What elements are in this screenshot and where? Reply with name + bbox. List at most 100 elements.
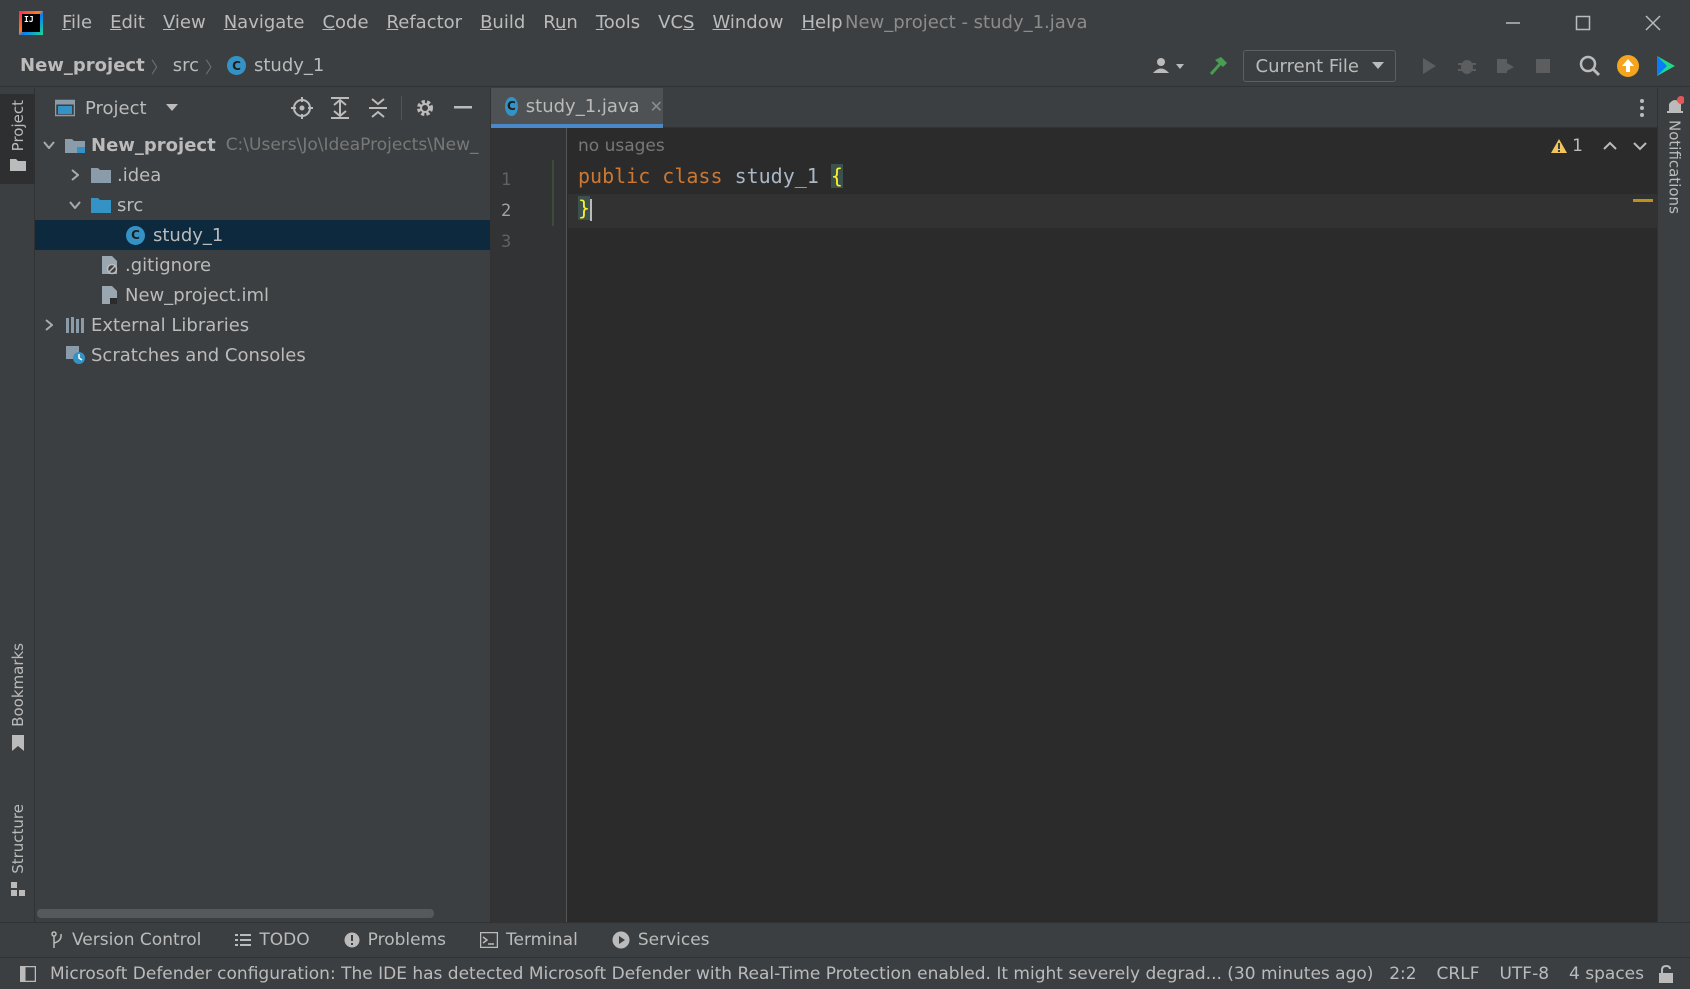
tree-node-external-libraries[interactable]: External Libraries — [35, 310, 490, 340]
select-opened-file-button[interactable] — [283, 93, 321, 123]
menu-item[interactable]: Edit — [101, 0, 154, 45]
search-icon — [1579, 55, 1601, 77]
terminal-tool-button[interactable]: Terminal — [479, 930, 578, 950]
tab-study-1-java[interactable]: C study_1.java ✕ — [491, 88, 663, 128]
notifications-tool-button[interactable]: Notifications — [1658, 96, 1690, 214]
services-tool-button[interactable]: Services — [612, 930, 710, 950]
collapse-all-button[interactable] — [359, 93, 397, 123]
status-message[interactable]: Microsoft Defender configuration: The ID… — [50, 964, 1373, 984]
code-area[interactable]: no usages public class study_1 { } 1 — [568, 128, 1657, 922]
version-control-label: Version Control — [72, 930, 202, 950]
tab-label: study_1.java — [525, 95, 640, 117]
chevron-right-icon[interactable] — [67, 167, 83, 183]
indent-setting[interactable]: 4 spaces — [1569, 964, 1644, 984]
line-separator[interactable]: CRLF — [1437, 964, 1480, 984]
vertical-ellipsis-icon — [1640, 99, 1644, 117]
breadcrumb-project[interactable]: New_project — [20, 55, 145, 76]
tree-node-gitignore[interactable]: .gitignore — [35, 250, 490, 280]
current-line-highlight — [568, 194, 1657, 228]
editor-gutter[interactable]: 1 2 3 — [491, 128, 567, 922]
structure-tool-button[interactable]: Structure — [0, 804, 35, 904]
search-everywhere-button[interactable] — [1576, 52, 1604, 80]
project-view-selector[interactable]: Project — [55, 98, 179, 119]
stop-button[interactable] — [1529, 52, 1557, 80]
menu-item[interactable]: Refactor — [378, 0, 472, 45]
usages-hint[interactable]: no usages — [578, 136, 665, 156]
minimize-button[interactable] — [1478, 0, 1548, 45]
menu-item[interactable]: Build — [471, 0, 534, 45]
run-with-coverage-button[interactable] — [1491, 52, 1519, 80]
hide-panel-button[interactable] — [444, 93, 482, 123]
intellij-logo-icon[interactable]: IJ — [19, 10, 43, 35]
toggle-tool-windows-button[interactable] — [20, 965, 36, 982]
code-close-brace: } — [578, 196, 591, 220]
run-button[interactable] — [1415, 52, 1443, 80]
chevron-down-icon[interactable] — [1633, 141, 1647, 151]
file-encoding[interactable]: UTF-8 — [1499, 964, 1549, 984]
debug-button[interactable] — [1453, 52, 1481, 80]
menu-item-text: R — [543, 12, 555, 33]
breadcrumb-file[interactable]: C study_1 — [227, 55, 324, 76]
right-tool-stripe: Notifications — [1657, 88, 1690, 922]
run-configuration-dropdown[interactable]: Current File — [1242, 50, 1396, 82]
caret-position[interactable]: 2:2 — [1389, 964, 1416, 984]
menu-item[interactable]: File — [53, 0, 101, 45]
read-only-toggle[interactable] — [1658, 965, 1674, 983]
project-tool-button[interactable]: Project — [0, 94, 35, 184]
more-options-button[interactable] — [1639, 98, 1645, 122]
menu-item[interactable]: View — [154, 0, 215, 45]
build-button[interactable] — [1203, 52, 1231, 80]
maximize-button[interactable] — [1548, 0, 1618, 45]
menu-item[interactable]: Navigate — [215, 0, 314, 45]
chevron-down-icon[interactable] — [67, 197, 83, 213]
todo-tool-button[interactable]: TODO — [235, 930, 310, 950]
menu-item[interactable]: Help — [792, 0, 851, 45]
text-caret — [590, 198, 593, 221]
menu-item[interactable]: Tools — [587, 0, 649, 45]
update-button[interactable] — [1614, 52, 1642, 80]
panel-options-button[interactable] — [406, 93, 444, 123]
unlock-icon — [1659, 965, 1673, 983]
menu-item[interactable]: Window — [703, 0, 792, 45]
horizontal-scrollbar[interactable] — [37, 909, 434, 918]
code-with-me-button[interactable] — [1652, 52, 1680, 80]
menu-mnemonic: B — [480, 12, 493, 33]
main-menu: File Edit View Navigate Code Refactor Build Run… — [53, 0, 852, 45]
menu-item[interactable]: VCS — [649, 0, 703, 45]
bookmarks-tool-label: Bookmarks — [8, 643, 27, 727]
tree-node-iml[interactable]: New_project.iml — [35, 280, 490, 310]
tree-node-root[interactable]: New_project C:\Users\Jo\IdeaProjects\New… — [35, 130, 490, 160]
line-number: 2 — [501, 201, 512, 221]
close-window-button[interactable] — [1618, 0, 1688, 45]
intellij-logo-text: IJ — [22, 13, 40, 32]
version-control-tool-button[interactable]: Version Control — [50, 930, 201, 950]
code-editor[interactable]: 1 2 3 no usages public class study_1 { }… — [491, 128, 1657, 922]
code-line-2: } — [578, 196, 593, 221]
inspection-widget[interactable]: 1 — [1550, 136, 1647, 156]
warning-stripe-marker[interactable] — [1633, 199, 1653, 202]
bug-icon — [1458, 60, 1476, 74]
tree-node-scratches[interactable]: Scratches and Consoles — [35, 340, 490, 370]
maximize-icon — [1575, 15, 1591, 30]
tree-node-idea[interactable]: .idea — [35, 160, 490, 190]
run-configuration-label: Current File — [1255, 55, 1359, 77]
tree-node-src[interactable]: src — [35, 190, 490, 220]
bookmarks-tool-button[interactable]: Bookmarks — [0, 643, 35, 753]
account-button[interactable] — [1148, 52, 1190, 80]
chevron-right-icon[interactable] — [41, 317, 57, 333]
tree-node-study-1[interactable]: C study_1 — [35, 220, 490, 250]
problems-tool-button[interactable]: Problems — [344, 930, 446, 950]
menu-item[interactable]: Code — [313, 0, 377, 45]
menu-mnemonic: T — [595, 12, 604, 33]
line-number: 3 — [501, 232, 512, 252]
expand-all-button[interactable] — [321, 93, 359, 123]
chevron-down-icon[interactable] — [41, 137, 57, 153]
chevron-up-icon[interactable] — [1603, 141, 1617, 151]
code-open-brace: { — [830, 164, 843, 188]
breadcrumb-src[interactable]: src — [173, 55, 199, 76]
vcs-change-marker[interactable] — [552, 160, 554, 226]
menu-item[interactable]: Run — [534, 0, 587, 45]
main-toolbar: Current File — [1143, 45, 1690, 87]
menu-mnemonic: u — [554, 12, 567, 33]
close-tab-icon[interactable]: ✕ — [650, 97, 663, 116]
